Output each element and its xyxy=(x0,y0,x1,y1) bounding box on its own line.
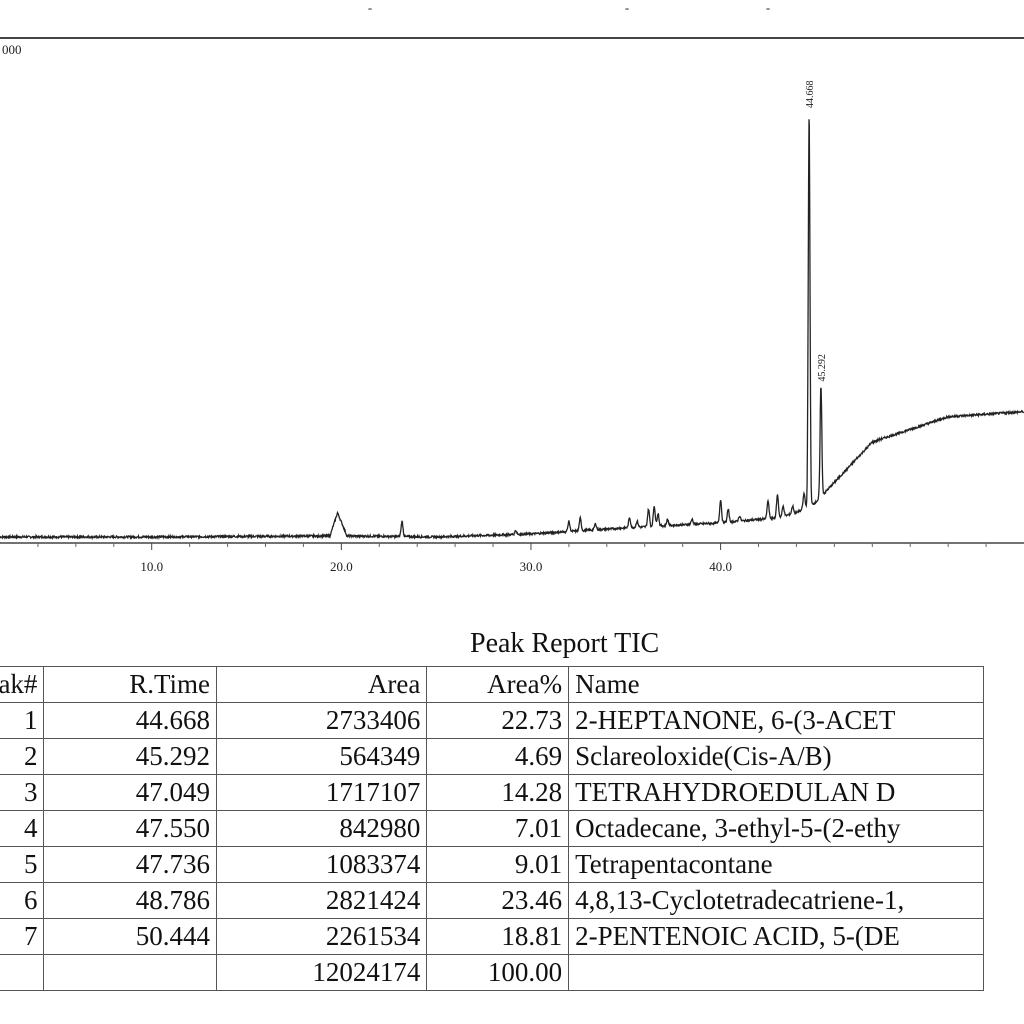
cell-retention-time: 48.786 xyxy=(43,882,217,919)
total-compound-name xyxy=(568,954,984,991)
top-tick-label: - xyxy=(766,0,770,15)
cell-peak-number: 4 xyxy=(0,810,45,847)
cell-area: 1083374 xyxy=(215,846,428,883)
chromatogram-chart: - - - 000 10.0 20.0 30.0 40.0 44.668 45.292 xyxy=(0,0,1024,574)
peak-label: 45.292 xyxy=(817,354,828,382)
cell-peak-number: 3 xyxy=(0,774,45,811)
table-row: 4 47.550 842980 7.01 Octadecane, 3-ethyl-5-(… xyxy=(0,810,984,847)
cell-compound-name: Sclareoloxide(Cis-A/B) xyxy=(568,738,984,775)
x-tick-label: 10.0 xyxy=(140,559,163,574)
total-area-percent: 100.00 xyxy=(426,954,570,991)
cell-area: 2261534 xyxy=(215,918,428,955)
table-row: 5 47.736 1083374 9.01 Tetrapentacontane xyxy=(0,846,984,883)
cell-area: 842980 xyxy=(215,810,428,847)
cell-retention-time: 47.049 xyxy=(43,774,217,811)
cell-peak-number: 1 xyxy=(0,702,45,739)
cell-peak-number: 6 xyxy=(0,882,45,919)
cell-area-percent: 14.28 xyxy=(426,774,570,811)
table-row: 3 47.049 1717107 14.28 TETRAHYDROEDULAN D xyxy=(0,774,984,811)
table-row: 6 48.786 2821424 23.46 4,8,13-Cyclotetradeca… xyxy=(0,882,984,919)
cell-retention-time: 47.550 xyxy=(43,810,217,847)
cell-compound-name: 4,8,13-Cyclotetradecatriene-1, xyxy=(568,882,984,919)
cell-area-percent: 23.46 xyxy=(426,882,570,919)
table-row: 1 44.668 2733406 22.73 2-HEPTANONE, 6-(3-ACE… xyxy=(0,702,984,739)
cell-compound-name: Tetrapentacontane xyxy=(568,846,984,883)
col-area: Area xyxy=(215,666,428,703)
col-peak-number: ak# xyxy=(0,666,45,703)
peak-label: 44.668 xyxy=(805,81,816,109)
cell-retention-time: 47.736 xyxy=(43,846,217,883)
top-tick-label: - xyxy=(368,0,372,15)
col-retention-time: R.Time xyxy=(43,666,217,703)
y-max-label: 000 xyxy=(2,42,22,57)
cell-area-percent: 22.73 xyxy=(426,702,570,739)
top-tick-label: - xyxy=(625,0,629,15)
cell-area-percent: 18.81 xyxy=(426,918,570,955)
cell-area-percent: 4.69 xyxy=(426,738,570,775)
cell-peak-number: 2 xyxy=(0,738,45,775)
x-tick-label: 30.0 xyxy=(520,559,543,574)
cell-area: 564349 xyxy=(215,738,428,775)
table-row: 7 50.444 2261534 18.81 2-PENTENOIC ACID, 5-(… xyxy=(0,918,984,955)
table-header-row: ak# R.Time Area Area% Name xyxy=(0,666,984,703)
cell-area: 1717107 xyxy=(215,774,428,811)
cell-retention-time: 45.292 xyxy=(43,738,217,775)
cell-area: 2733406 xyxy=(215,702,428,739)
tic-trace xyxy=(0,119,1024,541)
tic-trace-group xyxy=(0,119,1024,541)
x-tick-label: 20.0 xyxy=(330,559,353,574)
cell-area-percent: 7.01 xyxy=(426,810,570,847)
total-retention-time xyxy=(43,954,217,991)
table-row: 2 45.292 564349 4.69 Sclareoloxide(Cis-A/B) xyxy=(0,738,984,775)
cell-compound-name: 2-PENTENOIC ACID, 5-(DE xyxy=(568,918,984,955)
x-tick-label: 40.0 xyxy=(709,559,732,574)
total-peak-number xyxy=(0,954,45,991)
cell-retention-time: 44.668 xyxy=(43,702,217,739)
cell-area-percent: 9.01 xyxy=(426,846,570,883)
cell-peak-number: 5 xyxy=(0,846,45,883)
top-tick-marks: --- xyxy=(368,0,770,15)
col-compound-name: Name xyxy=(568,666,984,703)
x-axis-ticks: 10.0 20.0 30.0 40.0 xyxy=(37,543,987,574)
cell-peak-number: 7 xyxy=(0,918,45,955)
col-area-percent: Area% xyxy=(426,666,570,703)
chart-frame xyxy=(0,37,1024,544)
peak-report-table: ak# R.Time Area Area% Name 1 44.668 273340… xyxy=(0,666,984,991)
table-totals-row: 12024174 100.00 xyxy=(0,954,984,991)
cell-area: 2821424 xyxy=(215,882,428,919)
total-area: 12024174 xyxy=(215,954,428,991)
cell-retention-time: 50.444 xyxy=(43,918,217,955)
report-title: Peak Report TIC xyxy=(470,628,660,659)
cell-compound-name: Octadecane, 3-ethyl-5-(2-ethy xyxy=(568,810,984,847)
cell-compound-name: TETRAHYDROEDULAN D xyxy=(568,774,984,811)
cell-compound-name: 2-HEPTANONE, 6-(3-ACET xyxy=(568,702,984,739)
